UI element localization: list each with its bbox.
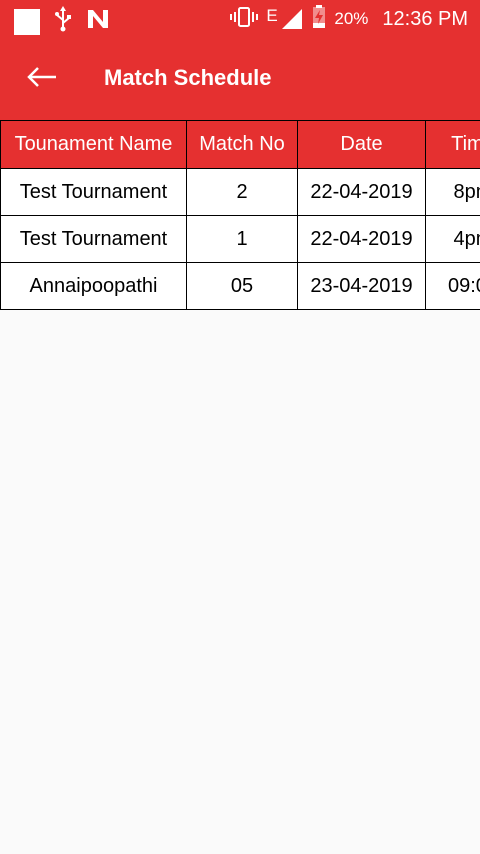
cell-date: 22-04-2019 xyxy=(297,215,426,263)
cell-match-no: 2 xyxy=(186,168,298,216)
header-tournament-name: Tounament Name xyxy=(0,120,187,169)
clock: 12:36 PM xyxy=(382,7,468,30)
status-right: E 20% 12:36 PM xyxy=(230,0,468,38)
page-title: Match Schedule xyxy=(104,65,272,90)
header-date: Date xyxy=(297,120,426,169)
cell-tournament-name: Test Tournament xyxy=(0,168,187,216)
cell-tournament-name: Annaipoopathi xyxy=(0,262,187,310)
network-type-label: E xyxy=(266,6,278,25)
table-row[interactable]: Test Tournament 2 22-04-2019 8pm xyxy=(0,168,480,216)
battery-charging-icon xyxy=(312,4,326,34)
n-logo-icon xyxy=(86,8,110,35)
battery-percent: 20% xyxy=(334,9,369,28)
cell-tournament-name: Test Tournament xyxy=(0,215,187,263)
vibrate-icon xyxy=(230,6,259,33)
cell-time: 4pm xyxy=(425,215,480,263)
header-time: Time xyxy=(425,120,480,169)
cell-match-no: 05 xyxy=(186,262,298,310)
back-button[interactable] xyxy=(22,60,62,98)
app-bar: Match Schedule xyxy=(0,38,480,120)
status-bar: E 20% 12:36 PM xyxy=(0,0,480,38)
square-notification-icon xyxy=(14,8,40,35)
signal-icon: E xyxy=(266,6,304,31)
schedule-table: Tounament Name Match No Date Time Test T… xyxy=(0,120,480,310)
cell-match-no: 1 xyxy=(186,215,298,263)
usb-icon xyxy=(52,6,74,37)
table-row[interactable]: Test Tournament 1 22-04-2019 4pm xyxy=(0,215,480,263)
table-row[interactable]: Annaipoopathi 05 23-04-2019 09:00 xyxy=(0,262,480,310)
cell-date: 22-04-2019 xyxy=(297,168,426,216)
table-header-row: Tounament Name Match No Date Time xyxy=(0,120,480,169)
status-left xyxy=(14,6,110,37)
cell-time: 09:00 xyxy=(425,262,480,310)
cell-time: 8pm xyxy=(425,168,480,216)
header-match-no: Match No xyxy=(186,120,298,169)
arrow-left-icon xyxy=(26,66,58,93)
cell-date: 23-04-2019 xyxy=(297,262,426,310)
schedule-table-container[interactable]: Tounament Name Match No Date Time Test T… xyxy=(0,120,480,310)
